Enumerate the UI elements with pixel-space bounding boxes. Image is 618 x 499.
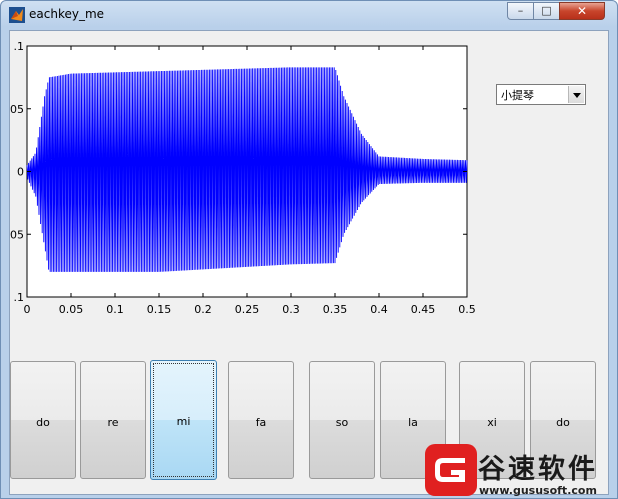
y-tick-label: .05 bbox=[10, 228, 24, 241]
instrument-select[interactable]: 小提琴 bbox=[496, 84, 586, 105]
key-fa-button[interactable]: fa bbox=[228, 361, 294, 479]
close-button[interactable]: ✕ bbox=[559, 2, 605, 20]
key-label: mi bbox=[176, 415, 191, 428]
watermark-brand: 谷速软件 bbox=[478, 454, 598, 485]
maximize-icon: □ bbox=[541, 4, 552, 17]
key-re-button[interactable]: re bbox=[80, 361, 146, 479]
key-label: xi bbox=[487, 416, 497, 429]
x-tick-label: 0.3 bbox=[282, 303, 300, 316]
y-tick-label: .1 bbox=[14, 40, 25, 53]
gususoft-logo bbox=[425, 444, 477, 496]
key-label: so bbox=[335, 416, 349, 429]
title-bar[interactable]: eachkey_me – □ ✕ bbox=[1, 1, 617, 29]
x-tick-label: 0.05 bbox=[59, 303, 84, 316]
key-label: fa bbox=[255, 416, 267, 429]
x-tick-label: 0.35 bbox=[323, 303, 348, 316]
key-label: la bbox=[408, 416, 418, 429]
x-tick-label: 0.4 bbox=[370, 303, 388, 316]
figure-canvas: .1.050.05.100.050.10.150.20.250.30.350.4… bbox=[9, 30, 609, 495]
key-so-button[interactable]: so bbox=[309, 361, 375, 479]
maximize-button[interactable]: □ bbox=[533, 2, 560, 20]
key-label: re bbox=[107, 416, 119, 429]
instrument-select-value: 小提琴 bbox=[501, 89, 534, 102]
key-do-button[interactable]: do bbox=[10, 361, 76, 479]
x-tick-label: 0.5 bbox=[458, 303, 476, 316]
window-title: eachkey_me bbox=[29, 7, 105, 21]
close-icon: ✕ bbox=[576, 4, 588, 18]
y-tick-label: 0 bbox=[17, 166, 24, 179]
chevron-down-icon[interactable] bbox=[568, 86, 584, 103]
x-tick-label: 0.45 bbox=[411, 303, 436, 316]
x-tick-label: 0.25 bbox=[235, 303, 260, 316]
app-window: eachkey_me – □ ✕ .1.050.05.100.050.10.15… bbox=[0, 0, 618, 499]
key-label: do bbox=[556, 416, 570, 429]
minimize-button[interactable]: – bbox=[507, 2, 534, 20]
minimize-icon: – bbox=[517, 4, 524, 17]
y-tick-label: .05 bbox=[10, 103, 24, 116]
matlab-icon bbox=[9, 7, 25, 23]
key-label: do bbox=[36, 416, 50, 429]
watermark-url: www.gususoft.com bbox=[479, 484, 597, 497]
y-tick-label: .1 bbox=[14, 291, 25, 304]
x-tick-label: 0 bbox=[24, 303, 31, 316]
key-mi-button[interactable]: mi bbox=[150, 360, 217, 480]
x-tick-label: 0.1 bbox=[106, 303, 124, 316]
x-tick-label: 0.15 bbox=[147, 303, 172, 316]
x-tick-label: 0.2 bbox=[194, 303, 212, 316]
